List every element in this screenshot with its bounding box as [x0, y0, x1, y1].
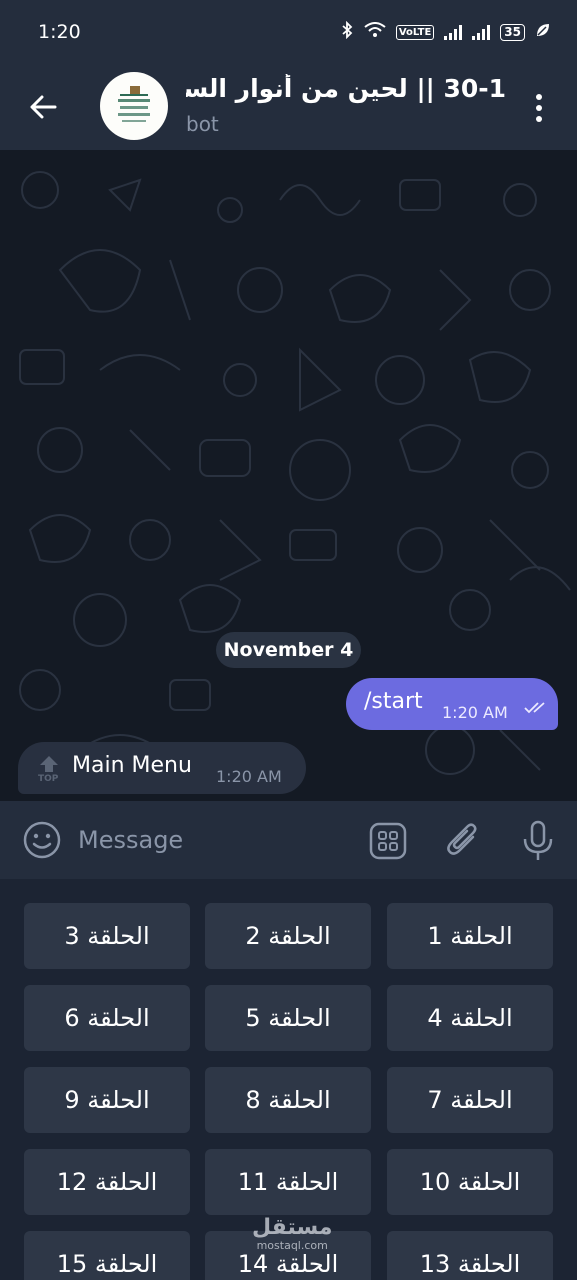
chat-messages-area[interactable]: November 4 /start 1:20 AM TOP Main Menu …: [0, 150, 577, 801]
battery-icon: 35: [500, 23, 525, 41]
bot-logo-icon: [118, 86, 150, 122]
keyboard-button[interactable]: الحلقة 5: [205, 985, 371, 1051]
keyboard-button[interactable]: الحلقة 7: [387, 1067, 553, 1133]
message-time: 1:20 AM: [216, 767, 282, 786]
microphone-button[interactable]: [520, 819, 556, 863]
emoji-button[interactable]: [22, 820, 62, 860]
signal-icon: [444, 24, 463, 40]
message-text: /start: [364, 689, 423, 714]
watermark-arabic: مستقل: [252, 1215, 333, 1240]
outgoing-message[interactable]: /start 1:20 AM: [346, 678, 558, 730]
wifi-icon: [364, 22, 386, 42]
status-time: 1:20: [38, 21, 81, 43]
watermark: مستقل mostaql.com: [252, 1216, 332, 1252]
keyboard-button[interactable]: الحلقة 2: [205, 903, 371, 969]
more-menu-button[interactable]: [524, 88, 554, 128]
keyboard-button[interactable]: الحلقة 3: [24, 903, 190, 969]
more-dot: [536, 116, 542, 122]
microphone-icon: [523, 820, 553, 860]
leaf-icon: [535, 22, 551, 42]
top-label: TOP: [38, 774, 59, 784]
chat-header: 30-1 || لحين من أنوار السنة bot: [0, 64, 577, 150]
keyboard-button[interactable]: الحلقة 11: [205, 1149, 371, 1215]
volte-icon: VoLTE: [395, 24, 435, 40]
message-composer: [0, 801, 577, 879]
keyboard-button[interactable]: الحلقة 4: [387, 985, 553, 1051]
keyboard-button[interactable]: الحلقة 13: [387, 1231, 553, 1280]
keyboard-grid-icon: [369, 822, 407, 860]
arrow-left-icon: [30, 95, 57, 119]
bluetooth-icon: [340, 20, 354, 43]
keyboard-button[interactable]: الحلقة 15: [24, 1231, 190, 1280]
status-bar: 1:20 VoLTE 35: [0, 0, 577, 64]
date-separator: November 4: [216, 632, 361, 668]
watermark-latin: mostaql.com: [256, 1239, 328, 1252]
keyboard-button[interactable]: الحلقة 8: [205, 1067, 371, 1133]
bot-keyboard-button[interactable]: [368, 821, 408, 861]
back-button[interactable]: [20, 84, 66, 130]
keyboard-button[interactable]: الحلقة 12: [24, 1149, 190, 1215]
attach-button[interactable]: [443, 819, 483, 861]
chat-title[interactable]: 30-1 || لحين من أنوار السنة: [186, 74, 506, 110]
more-dot: [536, 105, 542, 111]
signal-icon-2: [472, 24, 491, 40]
double-check-icon: [524, 702, 545, 714]
keyboard-button[interactable]: الحلقة 6: [24, 985, 190, 1051]
message-text: Main Menu: [72, 753, 192, 778]
incoming-message[interactable]: TOP Main Menu 1:20 AM: [18, 742, 306, 794]
keyboard-button[interactable]: الحلقة 10: [387, 1149, 553, 1215]
message-input[interactable]: [78, 821, 348, 859]
smile-icon: [23, 821, 61, 859]
chat-subtitle: bot: [186, 112, 219, 136]
paperclip-icon: [447, 823, 477, 855]
keyboard-button[interactable]: الحلقة 1: [387, 903, 553, 969]
more-dot: [536, 94, 542, 100]
status-icons: VoLTE 35: [340, 20, 551, 43]
avatar[interactable]: [100, 72, 168, 140]
keyboard-button[interactable]: الحلقة 9: [24, 1067, 190, 1133]
message-time: 1:20 AM: [442, 703, 508, 722]
